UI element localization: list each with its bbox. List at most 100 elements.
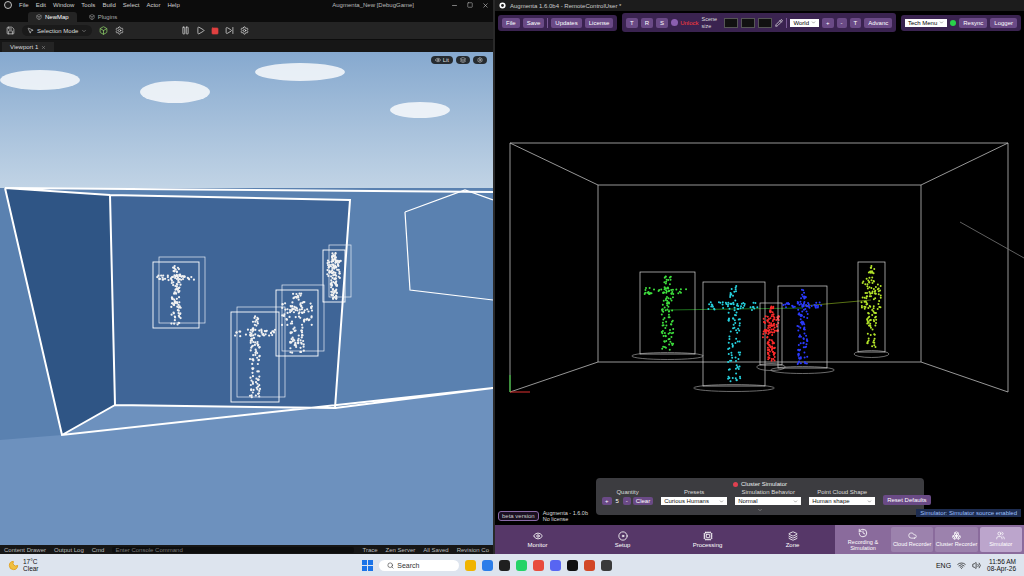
document-tab[interactable]: Plugins — [81, 12, 126, 22]
menu-item[interactable]: Build — [102, 2, 115, 8]
tracked-person[interactable] — [757, 303, 786, 371]
app-icon[interactable] — [465, 560, 476, 571]
tracked-person[interactable] — [276, 285, 324, 356]
mode-dropdown[interactable]: Selection Mode — [22, 25, 92, 36]
field-select[interactable]: Normal — [735, 497, 801, 505]
pause-icon[interactable] — [181, 26, 190, 35]
nav-item[interactable]: Zone — [750, 525, 835, 554]
app-icon[interactable] — [550, 560, 561, 571]
tracking-view[interactable] — [495, 34, 1024, 525]
nav-group[interactable]: Recording & SimulationCloud RecorderClus… — [835, 525, 1024, 554]
tracked-person[interactable] — [323, 245, 351, 302]
play-icon[interactable] — [196, 26, 205, 35]
tracked-person[interactable] — [231, 307, 285, 402]
show-button[interactable] — [456, 56, 470, 64]
weather-widget[interactable]: 17°CClear — [8, 558, 39, 573]
eject-icon[interactable] — [225, 26, 234, 35]
tracked-person[interactable] — [153, 257, 205, 328]
save-icon[interactable] — [6, 26, 15, 35]
edit-icon[interactable] — [775, 19, 783, 27]
add-actor-icon[interactable] — [99, 26, 108, 35]
windows-start-icon[interactable] — [362, 560, 373, 571]
viewport-scene[interactable] — [0, 52, 493, 545]
quantity-value[interactable]: 5 — [614, 497, 621, 505]
tracked-person[interactable] — [771, 286, 835, 374]
menu-item[interactable]: File — [19, 2, 29, 8]
scene-size-y[interactable] — [741, 18, 755, 28]
status-item[interactable]: Zen Server — [386, 547, 416, 553]
logger-button[interactable]: Logger — [990, 18, 1017, 28]
console-input[interactable]: Enter Console Command — [112, 547, 354, 553]
increment-button[interactable]: + — [602, 497, 612, 505]
tracked-person[interactable] — [632, 272, 704, 360]
tech-menu-select[interactable]: Tech Menu — [905, 19, 947, 27]
resync-button[interactable]: Resync — [959, 18, 987, 28]
status-button[interactable]: Content Drawer — [4, 547, 46, 553]
close-icon[interactable] — [41, 45, 46, 50]
settings-button[interactable] — [473, 56, 487, 64]
menu-item[interactable]: Select — [123, 2, 140, 8]
menu-item[interactable]: Window — [53, 2, 74, 8]
tracked-person[interactable] — [694, 282, 775, 392]
step-button[interactable]: - — [837, 18, 847, 28]
maximize-icon[interactable] — [467, 2, 473, 8]
toolbar-button[interactable]: Save — [523, 18, 545, 28]
document-tab[interactable]: NewMap — [28, 12, 77, 22]
viewport-tab[interactable]: Viewport 1 — [2, 42, 54, 52]
nav-item[interactable]: Processing — [665, 525, 750, 554]
cmd-dropdown[interactable]: Cmd — [92, 547, 105, 553]
search-box[interactable]: Search — [379, 560, 459, 571]
close-icon[interactable] — [482, 2, 489, 9]
app-icon[interactable] — [533, 560, 544, 571]
toolbar-button[interactable]: Updates — [551, 18, 581, 28]
space-select[interactable]: World — [790, 19, 819, 27]
view-mode-button[interactable]: Lit — [431, 56, 453, 64]
advanced-button[interactable]: Advanc — [864, 18, 892, 28]
menu-item[interactable]: Tools — [81, 2, 95, 8]
minimize-icon[interactable] — [451, 2, 458, 9]
nav-item[interactable]: Monitor — [495, 525, 580, 554]
field-select[interactable]: Curious Humans — [661, 497, 727, 505]
reset-defaults-button[interactable]: Reset Defaults — [883, 495, 930, 505]
app-icon[interactable] — [482, 560, 493, 571]
wifi-icon[interactable] — [957, 561, 966, 570]
app-icon[interactable] — [499, 560, 510, 571]
status-item[interactable]: Trace — [362, 547, 377, 553]
decrement-button[interactable]: - — [623, 497, 631, 505]
collapse-icon[interactable] — [757, 507, 763, 513]
nav-item[interactable]: Setup — [580, 525, 665, 554]
transform-button[interactable]: R — [641, 18, 653, 28]
app-icon[interactable] — [601, 560, 612, 571]
menu-item[interactable]: Edit — [36, 2, 46, 8]
step-button[interactable]: + — [822, 18, 834, 28]
status-item[interactable]: Revision Co — [457, 547, 489, 553]
transform-button[interactable]: S — [656, 18, 668, 28]
status-item[interactable]: All Saved — [423, 547, 448, 553]
volume-icon[interactable] — [972, 561, 981, 570]
toolbar-button[interactable]: License — [585, 18, 614, 28]
language-indicator[interactable]: ENG — [936, 562, 951, 569]
nav-subitem[interactable]: Cloud Recorder — [891, 527, 933, 552]
app-icon[interactable] — [567, 560, 578, 571]
clear-button[interactable]: Clear — [633, 497, 653, 505]
transform-button[interactable]: T — [626, 18, 638, 28]
lock-button[interactable]: Unlock — [671, 19, 698, 26]
step-button[interactable]: T — [850, 18, 862, 28]
menu-item[interactable]: Actor — [146, 2, 160, 8]
blueprint-icon[interactable] — [115, 26, 124, 35]
app-icon[interactable] — [584, 560, 595, 571]
field-select[interactable]: Human shape — [809, 497, 875, 505]
tracked-person[interactable] — [854, 262, 889, 358]
scene-size-x[interactable] — [724, 18, 738, 28]
app-icon[interactable] — [516, 560, 527, 571]
toolbar-button[interactable]: File — [502, 18, 520, 28]
nav-subitem[interactable]: Simulator — [980, 527, 1022, 552]
status-button[interactable]: Output Log — [54, 547, 84, 553]
nav-subitem[interactable]: Cluster Recorder — [935, 527, 977, 552]
settings-icon[interactable] — [240, 26, 249, 35]
clock[interactable]: 11:56 AM08-Apr-26 — [987, 558, 1016, 573]
scene-size-z[interactable] — [758, 18, 772, 28]
menu-item[interactable]: Help — [167, 2, 179, 8]
nav-group-label[interactable]: Recording & Simulation — [837, 527, 889, 552]
stop-icon[interactable] — [211, 27, 219, 35]
